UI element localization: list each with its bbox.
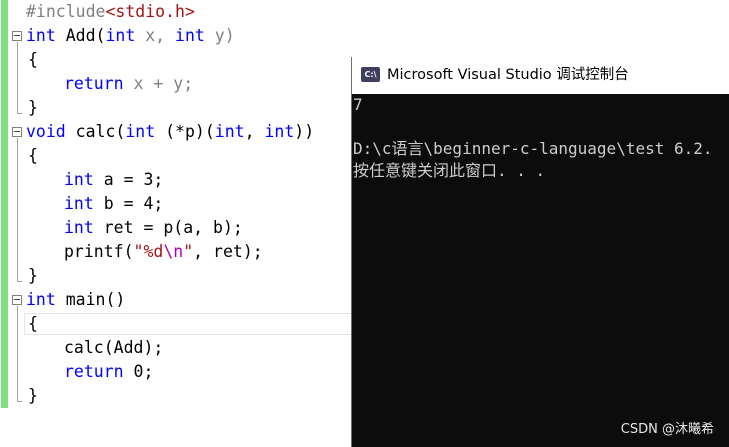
code-token: ret = p(a, b); bbox=[93, 218, 243, 237]
code-token: int bbox=[214, 122, 245, 141]
code-token: "%d bbox=[133, 242, 164, 261]
code-token: } bbox=[28, 98, 38, 117]
code-token: int bbox=[26, 26, 56, 45]
code-token: y) bbox=[204, 26, 235, 45]
debug-console-window[interactable]: C:\ Microsoft Visual Studio 调试控制台 7 D:\c语… bbox=[351, 57, 729, 447]
code-line[interactable]: int main() bbox=[26, 288, 125, 312]
code-line[interactable]: printf("%d\n", ret); bbox=[64, 240, 263, 264]
code-line[interactable]: } bbox=[28, 264, 38, 288]
code-token: 0; bbox=[123, 362, 154, 381]
console-output-line: D:\c语言\beginner-c-language\test 6.2. bbox=[353, 139, 713, 158]
code-token: (*p)( bbox=[155, 122, 215, 141]
console-output[interactable]: 7 D:\c语言\beginner-c-language\test 6.2. 按任意… bbox=[352, 94, 729, 447]
console-output-line: 按任意键关闭此窗口. . . bbox=[353, 161, 546, 180]
code-token: , bbox=[244, 122, 265, 141]
code-token: } bbox=[28, 266, 38, 285]
code-token: void bbox=[26, 122, 66, 141]
code-token: printf( bbox=[64, 242, 134, 261]
current-line-highlight bbox=[24, 313, 364, 335]
code-token: { bbox=[28, 314, 38, 333]
code-token: a = 3; bbox=[93, 170, 164, 189]
code-token: int bbox=[64, 170, 94, 189]
console-app-icon: C:\ bbox=[361, 67, 380, 82]
code-token: main() bbox=[55, 290, 126, 309]
code-line[interactable]: calc(Add); bbox=[64, 336, 163, 360]
code-token: { bbox=[28, 146, 38, 165]
code-token: int bbox=[64, 218, 94, 237]
change-tracking-bar bbox=[1, 0, 8, 408]
code-line[interactable]: { bbox=[28, 312, 38, 336]
code-token: , ret); bbox=[193, 242, 263, 261]
console-output-line: 7 bbox=[353, 95, 363, 114]
code-line[interactable]: } bbox=[28, 384, 38, 408]
code-token: int bbox=[125, 122, 156, 141]
code-token: return bbox=[64, 74, 124, 93]
code-token: int bbox=[264, 122, 295, 141]
code-line[interactable]: void calc(int (*p)(int, int)) bbox=[26, 120, 314, 144]
console-title: Microsoft Visual Studio 调试控制台 bbox=[387, 67, 629, 83]
code-line[interactable]: #include<stdio.h> bbox=[26, 0, 195, 24]
code-token: b = 4; bbox=[93, 194, 164, 213]
code-token: calc( bbox=[65, 122, 126, 141]
collapse-add-icon[interactable] bbox=[12, 31, 22, 41]
code-line[interactable]: return x + y; bbox=[64, 72, 193, 96]
outline-guide bbox=[17, 42, 18, 114]
code-line[interactable]: } bbox=[28, 96, 38, 120]
code-line[interactable]: int ret = p(a, b); bbox=[64, 216, 243, 240]
code-token: int bbox=[26, 290, 56, 309]
code-token: calc(Add); bbox=[64, 338, 164, 357]
collapse-main-icon[interactable] bbox=[12, 295, 22, 305]
outline-guide bbox=[17, 306, 18, 402]
code-token: int bbox=[175, 26, 205, 45]
code-line[interactable]: int b = 4; bbox=[64, 192, 163, 216]
outline-guide-end bbox=[17, 281, 22, 282]
code-token: x + y; bbox=[123, 74, 194, 93]
outline-guide bbox=[17, 138, 18, 282]
code-token: int bbox=[64, 194, 94, 213]
code-token: return bbox=[64, 362, 124, 381]
code-line[interactable]: return 0; bbox=[64, 360, 153, 384]
console-titlebar[interactable]: C:\ Microsoft Visual Studio 调试控制台 bbox=[352, 57, 729, 94]
code-line[interactable]: { bbox=[28, 144, 38, 168]
code-token: <stdio.h> bbox=[105, 2, 195, 21]
code-token: { bbox=[28, 50, 38, 69]
code-line[interactable]: int Add(int x, int y) bbox=[26, 24, 235, 48]
code-token: )) bbox=[294, 122, 315, 141]
outline-guide-end bbox=[17, 401, 22, 402]
code-token: x, bbox=[135, 26, 176, 45]
code-token: } bbox=[28, 386, 38, 405]
code-line[interactable]: int a = 3; bbox=[64, 168, 163, 192]
code-token: Add( bbox=[55, 26, 106, 45]
code-token: " bbox=[183, 242, 194, 261]
code-token: #include bbox=[26, 2, 106, 21]
collapse-calc-icon[interactable] bbox=[12, 127, 22, 137]
code-line[interactable]: { bbox=[28, 48, 38, 72]
watermark: CSDN @沐曦希 bbox=[620, 422, 714, 437]
outline-guide-end bbox=[17, 113, 22, 114]
code-token: int bbox=[105, 26, 136, 45]
code-token: \n bbox=[163, 242, 184, 261]
